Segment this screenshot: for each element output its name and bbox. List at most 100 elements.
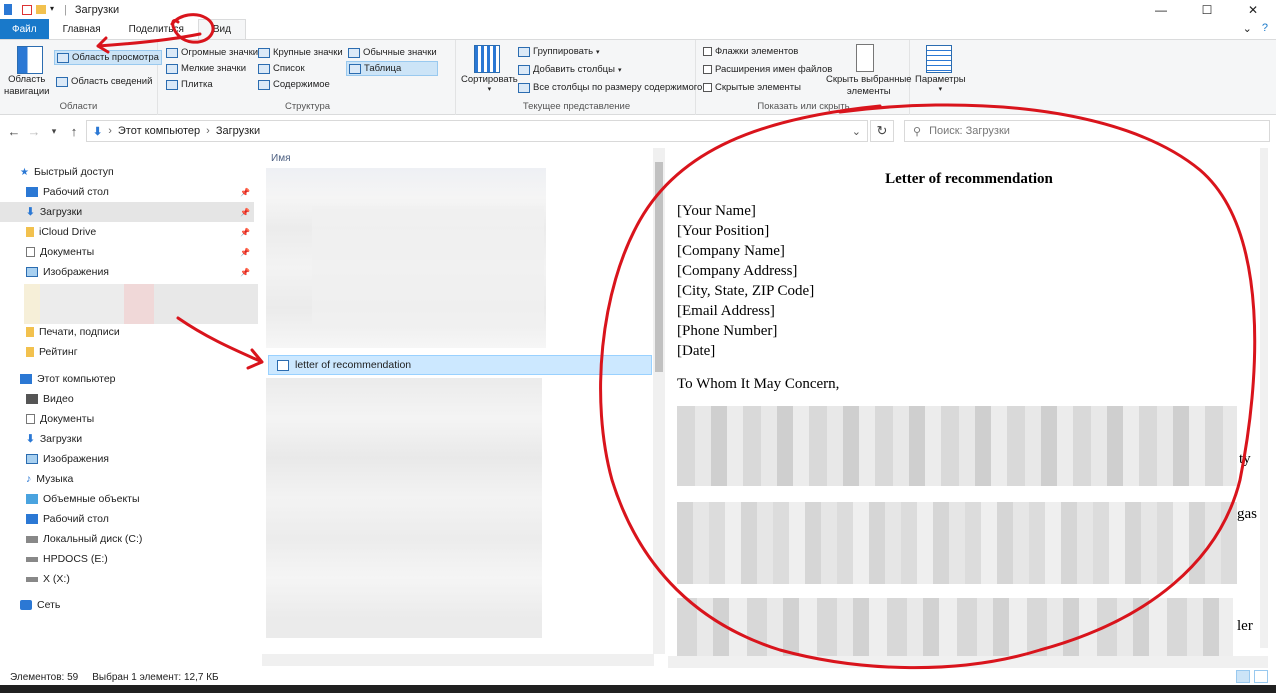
pin-icon[interactable]: 📌 bbox=[240, 228, 250, 237]
doc-line-company: [Company Name] bbox=[677, 243, 785, 259]
breadcrumb-chevron-icon[interactable]: › bbox=[108, 125, 112, 137]
details-pane-button[interactable]: Область сведений bbox=[56, 76, 152, 87]
tab-home[interactable]: Главная bbox=[49, 19, 115, 39]
hide-selected-button[interactable]: Скрыть выбранные элементы bbox=[826, 74, 912, 98]
pin-icon[interactable]: 📌 bbox=[240, 248, 250, 257]
nav-item-3d-objects[interactable]: Объемные объекты bbox=[0, 489, 254, 509]
nav-item-music[interactable]: ♪ Музыка bbox=[0, 469, 254, 489]
pin-icon[interactable]: 📌 bbox=[240, 268, 250, 277]
new-folder-icon[interactable] bbox=[36, 5, 46, 14]
layout-list[interactable]: Список bbox=[258, 63, 305, 74]
nav-item-downloads[interactable]: ⬇ Загрузки 📌 bbox=[0, 202, 254, 222]
preview-pane-button[interactable]: Область просмотра bbox=[54, 50, 162, 65]
nav-item-documents[interactable]: Документы 📌 bbox=[0, 242, 254, 262]
forward-arrow-icon[interactable]: → bbox=[24, 124, 44, 139]
layout-small-icons[interactable]: Мелкие значки bbox=[166, 63, 246, 74]
nav-quick-access[interactable]: ★ Быстрый доступ bbox=[0, 162, 254, 182]
tab-file[interactable]: Файл bbox=[0, 19, 49, 39]
nav-item-pc-desktop[interactable]: Рабочий стол bbox=[0, 509, 254, 529]
add-columns-button[interactable]: Добавить столбцы ▾ bbox=[518, 64, 621, 75]
title-separator: | bbox=[64, 3, 67, 16]
nav-this-pc[interactable]: Этот компьютер bbox=[0, 369, 254, 389]
layout-extra-large-icons[interactable]: Огромные значки bbox=[166, 47, 258, 58]
pin-icon[interactable]: 📌 bbox=[240, 208, 250, 217]
nav-item-pictures[interactable]: Изображения 📌 bbox=[0, 262, 254, 282]
fit-columns-icon bbox=[518, 82, 530, 93]
recent-locations-icon[interactable]: ▾ bbox=[44, 126, 64, 137]
layout-tiles[interactable]: Плитка bbox=[166, 79, 213, 90]
item-checkboxes-toggle[interactable]: Флажки элементов bbox=[703, 46, 798, 57]
download-icon: ⬇ bbox=[93, 125, 103, 138]
preview-vertical-scrollbar[interactable] bbox=[1260, 148, 1268, 648]
checkbox-unchecked-icon[interactable] bbox=[703, 47, 712, 56]
preview-horizontal-scrollbar[interactable] bbox=[668, 656, 1268, 668]
breadcrumb-chevron-icon[interactable]: › bbox=[206, 125, 210, 137]
nav-item-drive-c[interactable]: Локальный диск (C:) bbox=[0, 529, 254, 549]
checkbox-unchecked-icon[interactable] bbox=[703, 65, 712, 74]
nav-item-video[interactable]: Видео bbox=[0, 389, 254, 409]
layout-details[interactable]: Таблица bbox=[346, 61, 438, 76]
file-extensions-toggle[interactable]: Расширения имен файлов bbox=[703, 64, 832, 75]
file-row-selected[interactable]: letter of recommendation bbox=[268, 355, 652, 375]
file-list-horizontal-scrollbar[interactable] bbox=[262, 654, 654, 666]
hidden-items-toggle[interactable]: Скрытые элементы bbox=[703, 82, 801, 93]
doc-greeting: To Whom It May Concern, bbox=[677, 376, 840, 392]
nav-item-drive-x[interactable]: X (X:) bbox=[0, 569, 254, 589]
nav-item-pc-documents[interactable]: Документы bbox=[0, 409, 254, 429]
nav-network[interactable]: Сеть bbox=[0, 595, 254, 615]
tab-view[interactable]: Вид bbox=[197, 19, 246, 39]
sort-button[interactable]: Сортировать ▾ bbox=[461, 74, 518, 93]
group-by-button[interactable]: Группировать ▾ bbox=[518, 46, 600, 57]
layout-large-icons[interactable]: Крупные значки bbox=[258, 47, 343, 58]
file-list-vertical-scrollbar[interactable] bbox=[653, 148, 665, 654]
large-icons-icon bbox=[258, 47, 270, 58]
pin-icon[interactable]: 📌 bbox=[240, 188, 250, 197]
nav-label: Сеть bbox=[37, 599, 61, 611]
nav-item-desktop[interactable]: Рабочий стол 📌 bbox=[0, 182, 254, 202]
address-dropdown-icon[interactable]: ⌄ bbox=[852, 125, 861, 138]
nav-label: Печати, подписи bbox=[39, 326, 120, 338]
back-arrow-icon[interactable]: ← bbox=[4, 124, 24, 139]
nav-item-pc-downloads[interactable]: ⬇ Загрузки bbox=[0, 429, 254, 449]
music-icon: ♪ bbox=[26, 473, 32, 485]
customize-toolbar-icon[interactable]: ▾ bbox=[50, 4, 58, 16]
status-bar: Элементов: 59 Выбран 1 элемент: 12,7 КБ bbox=[0, 670, 1276, 685]
checkbox-unchecked-icon[interactable] bbox=[703, 83, 712, 92]
breadcrumb-downloads[interactable]: Загрузки bbox=[216, 125, 260, 137]
folder-download-icon[interactable] bbox=[4, 4, 12, 15]
breadcrumb-this-pc[interactable]: Этот компьютер bbox=[118, 125, 200, 137]
nav-item-rating[interactable]: Рейтинг bbox=[0, 342, 254, 362]
nav-item-stamps[interactable]: Печати, подписи bbox=[0, 322, 254, 342]
address-path[interactable]: ⬇ › Этот компьютер › Загрузки ⌄ bbox=[86, 120, 868, 142]
help-icon[interactable]: ? bbox=[1262, 22, 1268, 35]
scrollbar-thumb[interactable] bbox=[655, 162, 663, 372]
layout-label: Плитка bbox=[181, 79, 213, 90]
layout-content[interactable]: Содержимое bbox=[258, 79, 330, 90]
sort-icon bbox=[474, 45, 500, 73]
properties-icon[interactable] bbox=[22, 4, 32, 15]
column-header-name[interactable]: Имя bbox=[271, 153, 290, 164]
up-arrow-icon[interactable]: ↑ bbox=[64, 124, 84, 139]
navigation-pane-button[interactable]: Область навигации bbox=[4, 74, 49, 98]
file-extensions-label: Расширения имен файлов bbox=[715, 64, 833, 75]
minimize-button[interactable]: — bbox=[1138, 0, 1184, 19]
nav-item-icloud[interactable]: iCloud Drive 📌 bbox=[0, 222, 254, 242]
refresh-button[interactable]: ↻ bbox=[870, 120, 894, 142]
nav-label: Загрузки bbox=[39, 433, 83, 445]
layout-medium-icons[interactable]: Обычные значки bbox=[348, 47, 437, 58]
search-input[interactable]: ⚲ Поиск: Загрузки bbox=[904, 120, 1270, 142]
maximize-button[interactable]: ☐ bbox=[1184, 0, 1230, 19]
address-bar: ← → ▾ ↑ ⬇ › Этот компьютер › Загрузки ⌄ … bbox=[0, 116, 1276, 146]
tiles-icon bbox=[166, 79, 178, 90]
fit-columns-button[interactable]: Все столбцы по размеру содержимого bbox=[518, 82, 702, 93]
layout-label: Крупные значки bbox=[273, 47, 343, 58]
large-icons-view-icon[interactable] bbox=[1254, 670, 1268, 683]
group-show-hide: Флажки элементов Расширения имен файлов … bbox=[698, 40, 912, 115]
options-button[interactable]: Параметры ▾ bbox=[915, 74, 966, 93]
close-button[interactable]: ✕ bbox=[1230, 0, 1276, 19]
details-view-icon[interactable] bbox=[1236, 670, 1250, 683]
collapse-ribbon-icon[interactable]: ⌄ bbox=[1243, 22, 1252, 35]
nav-item-drive-e[interactable]: HPDOCS (E:) bbox=[0, 549, 254, 569]
nav-item-pc-pictures[interactable]: Изображения bbox=[0, 449, 254, 469]
tab-share[interactable]: Поделиться bbox=[115, 19, 198, 39]
